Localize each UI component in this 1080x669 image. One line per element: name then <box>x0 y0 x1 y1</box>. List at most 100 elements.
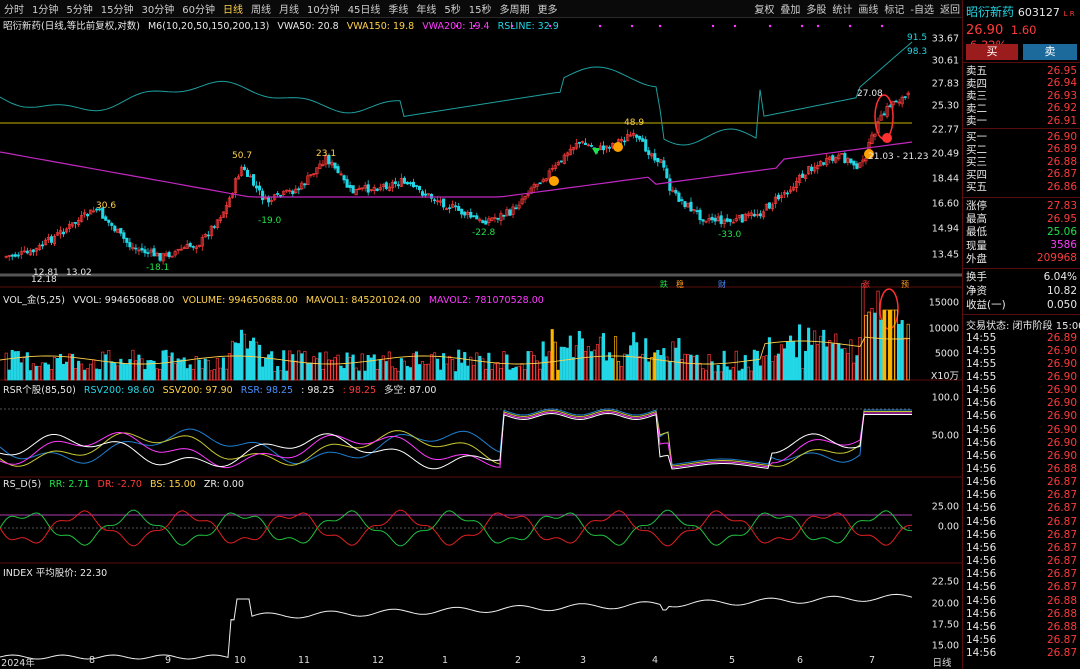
tab-period[interactable]: 15分钟 <box>97 1 138 16</box>
bid-row[interactable]: 买四 26.87 <box>966 168 1077 181</box>
candle-body <box>104 216 108 221</box>
stat-row[interactable]: 收益(一) 0.050 <box>966 299 1077 312</box>
vwa150-label: VWA150: 19.8 <box>346 21 415 32</box>
volume-label: VOLUME: 994650688.00 <box>182 295 298 306</box>
tab-period[interactable]: 5分钟 <box>62 1 96 16</box>
date-tick: 11 <box>297 655 311 666</box>
kline-chart[interactable] <box>0 17 963 669</box>
tool-buttons: 复权 叠加 多股 统计 画线 标记 -自选 返回 <box>751 0 963 17</box>
toolbar-button[interactable]: 返回 <box>937 1 963 16</box>
signal-dot <box>768 24 772 28</box>
candle-body <box>442 198 446 208</box>
tab-period[interactable]: 1分钟 <box>28 1 62 16</box>
tick-time: 14:56 <box>966 607 997 620</box>
candle-body <box>680 199 684 201</box>
event-tag[interactable]: 预 <box>901 279 909 290</box>
tab-period[interactable]: 季线 <box>384 1 412 16</box>
tab-period[interactable]: 年线 <box>412 1 440 16</box>
candle-body <box>514 207 518 210</box>
ask-row[interactable]: 卖一 26.91 <box>966 114 1077 128</box>
candle-body <box>801 173 805 178</box>
ask-row[interactable]: 卖五 26.95 <box>966 65 1077 78</box>
stat-row[interactable]: 净资 10.82 <box>966 285 1077 298</box>
toolbar-button[interactable]: -自选 <box>907 1 937 16</box>
stat-row[interactable]: 涨停 27.83 <box>966 200 1077 213</box>
quote-panel: 昭衍新药 603127 L R 26.90 1.60 6.32% 买 卖 卖五2… <box>963 0 1080 669</box>
event-tag[interactable]: 财 <box>718 279 726 290</box>
row-value: 26.91 <box>1046 114 1077 127</box>
toolbar-button[interactable]: 标记 <box>881 1 907 16</box>
ask-row[interactable]: 卖三 26.93 <box>966 90 1077 103</box>
stat-row[interactable]: 现量 3586 <box>966 239 1077 252</box>
buy-button[interactable]: 买 <box>966 44 1018 60</box>
stat-row[interactable]: 换手 6.04% <box>966 271 1077 284</box>
tab-period[interactable]: 分时 <box>0 1 28 16</box>
bid-row[interactable]: 买三 26.88 <box>966 156 1077 169</box>
tab-period[interactable]: 更多 <box>534 1 562 16</box>
tab-period[interactable]: 45日线 <box>344 1 385 16</box>
event-tag[interactable]: 涨 <box>862 279 870 290</box>
period-tabs: 分时 1分钟 5分钟 15分钟 30分钟 60分钟 日线 周线 月线 10分钟 45日线 季线 年线 5秒… <box>0 1 562 16</box>
volume-bar <box>43 362 47 381</box>
toolbar-button[interactable]: 多股 <box>803 1 829 16</box>
candle-body <box>725 218 729 222</box>
stat-row[interactable]: 最高 26.95 <box>966 213 1077 226</box>
tab-period[interactable]: 15秒 <box>465 1 496 16</box>
volume-bar <box>822 329 826 381</box>
tab-period[interactable]: 日线 <box>219 1 247 16</box>
bid-row[interactable]: 买五 26.86 <box>966 181 1077 194</box>
candle-body <box>653 153 657 161</box>
candle-body <box>457 205 461 211</box>
tab-period[interactable]: 月线 <box>275 1 303 16</box>
candle-body <box>767 202 771 209</box>
candle-body <box>242 166 247 170</box>
volume-bar <box>571 357 575 381</box>
tick-row: 14:56 26.87 <box>966 555 1077 567</box>
candle-body <box>414 185 419 187</box>
toolbar-button[interactable]: 叠加 <box>777 1 803 16</box>
volume-bar <box>249 340 253 381</box>
tab-period[interactable]: 5秒 <box>440 1 464 16</box>
tick-row: 14:56 26.90 <box>966 424 1077 436</box>
axis-label: 18.44 <box>931 173 959 185</box>
tick-row: 14:56 26.87 <box>966 647 1077 659</box>
volume-bar <box>294 360 298 381</box>
volume-bar <box>828 340 832 381</box>
tab-period[interactable]: 多周期 <box>496 1 534 16</box>
price-annotation: 27.08 <box>857 89 883 99</box>
tab-period[interactable]: 60分钟 <box>178 1 219 16</box>
stat-row[interactable]: 外盘 209968 <box>966 252 1077 265</box>
volume-bar <box>601 333 606 381</box>
stock-title: 昭衍新药 603127 L R <box>966 3 1075 20</box>
volume-bar <box>478 355 482 381</box>
date-tick: 4 <box>651 655 659 666</box>
volume-bar <box>209 370 213 381</box>
toolbar-button[interactable]: 统计 <box>829 1 855 16</box>
stat-row[interactable]: 最低 25.06 <box>966 226 1077 239</box>
toolbar-button[interactable]: 复权 <box>751 1 777 16</box>
ask-row[interactable]: 卖二 26.92 <box>966 102 1077 115</box>
axis-label: 15000 <box>928 297 959 309</box>
volume-bar <box>683 353 687 381</box>
bid-row[interactable]: 买一 26.90 <box>966 131 1077 144</box>
divider <box>963 197 1080 198</box>
chart-area[interactable]: 昭衍新药(日线,等比前复权,对数) M6(10,20,50,150,200,13… <box>0 17 963 669</box>
price-annotation: -22.8 <box>472 228 496 238</box>
tick-time: 14:56 <box>966 633 997 646</box>
volume-bar <box>179 359 183 381</box>
volume-bar <box>556 369 560 381</box>
volume-bar <box>538 368 542 381</box>
toolbar-button[interactable]: 画线 <box>855 1 881 16</box>
index-line <box>0 593 913 660</box>
tab-period[interactable]: 30分钟 <box>137 1 178 16</box>
candle-body <box>402 177 406 184</box>
candle-body <box>843 153 847 164</box>
sell-button[interactable]: 卖 <box>1023 44 1077 60</box>
event-tag[interactable]: 稳 <box>676 279 684 290</box>
volume-bar <box>656 349 660 381</box>
bid-row[interactable]: 买二 26.89 <box>966 143 1077 156</box>
tab-period[interactable]: 周线 <box>247 1 275 16</box>
ask-row[interactable]: 卖四 26.94 <box>966 77 1077 90</box>
event-tag[interactable]: 跌 <box>660 279 668 290</box>
tab-period[interactable]: 10分钟 <box>303 1 344 16</box>
